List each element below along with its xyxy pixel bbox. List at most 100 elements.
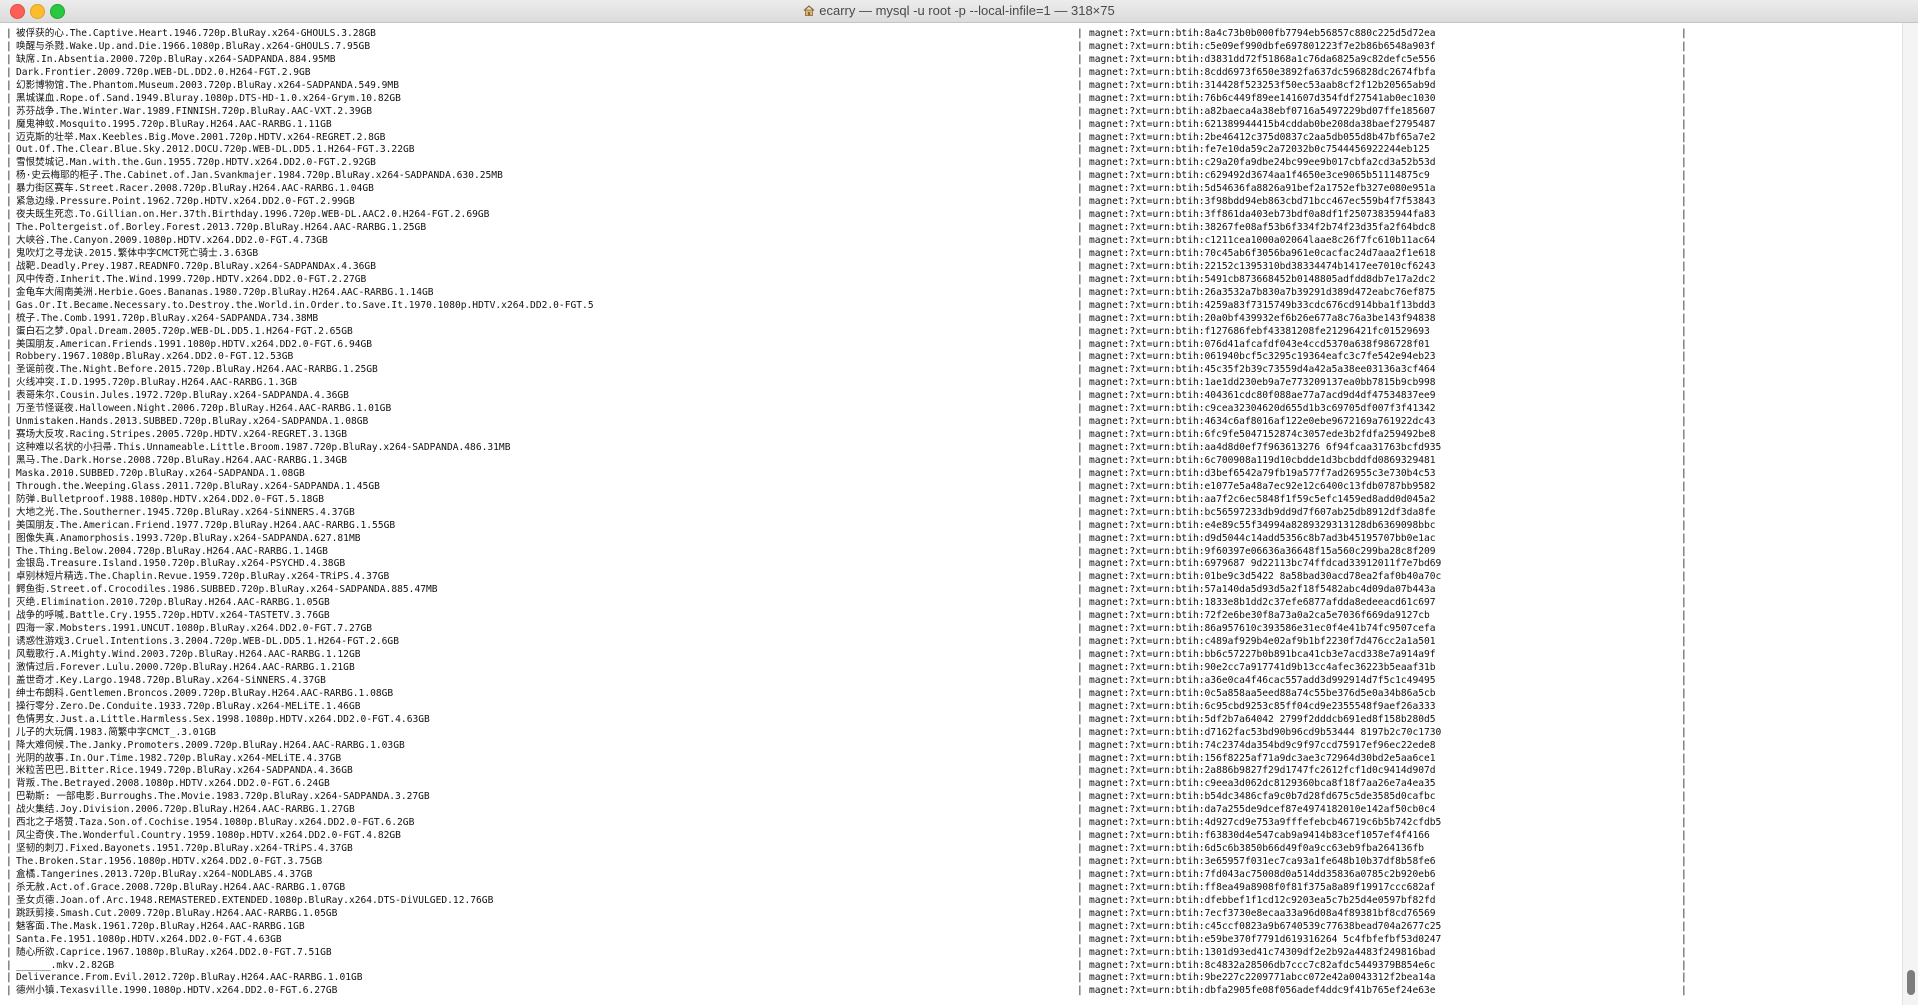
magnet-link-cell: magnet:?xt=urn:btih:5d54636fa8826a91bef2… xyxy=(1089,183,1436,195)
column-separator: | xyxy=(1077,843,1083,855)
magnet-link-cell: magnet:?xt=urn:btih:aa4d8d0ef7f963613276… xyxy=(1089,442,1442,453)
movie-title-cell: The.Broken.Star.1956.1080p.HDTV.x264.DD2… xyxy=(16,856,323,867)
table-row: | The.Thing.Below.2004.720p.BluRay.H264.A… xyxy=(6,546,1896,559)
column-separator: | xyxy=(1077,92,1083,104)
magnet-link-cell: magnet:?xt=urn:btih:6c95cbd9253c85ff04cd… xyxy=(1089,700,1436,712)
column-separator: | xyxy=(1077,79,1083,91)
column-separator: | xyxy=(1077,661,1083,673)
movie-title-cell: 被俘获的心.The.Captive.Heart.1946.720p.BluRay… xyxy=(16,28,376,39)
movie-title-cell: 风尘奇侠.The.Wonderful.Country.1959.1080p.HD… xyxy=(16,830,401,842)
table-row: | 盖世奇才.Key.Largo.1948.720p.BluRay.x264-Si… xyxy=(6,675,1896,688)
movie-title-cell: 美国朋友.American.Friends.1991.1080p.HDTV.x2… xyxy=(16,338,373,350)
scrollbar-thumb[interactable] xyxy=(1907,970,1915,995)
column-separator: | xyxy=(1681,946,1687,958)
column-separator: | xyxy=(1077,713,1083,725)
magnet-link-cell: magnet:?xt=urn:btih:d7162fac53bd90b96cd9… xyxy=(1089,726,1442,738)
column-separator: | xyxy=(1681,817,1687,829)
column-separator: | xyxy=(6,105,12,117)
movie-title-cell: 唤醒与杀戮.Wake.Up.and.Die.1966.1080p.BluRay.… xyxy=(16,40,371,52)
column-separator: | xyxy=(1077,584,1083,596)
terminal-window: ecarry — mysql -u root -p --local-infile… xyxy=(0,0,1918,1005)
column-separator: | xyxy=(1681,40,1687,52)
table-row: | 降大难伺候.The.Janky.Promoters.2009.720p.Blu… xyxy=(6,740,1896,753)
column-separator: | xyxy=(1681,28,1687,39)
column-separator: | xyxy=(6,92,12,104)
column-separator: | xyxy=(1077,416,1083,428)
column-separator: | xyxy=(1681,325,1687,337)
table-row: | ______.mkv.2.82GB | magnet:?xt=urn:btih:8… xyxy=(6,960,1896,973)
magnet-link-cell: magnet:?xt=urn:btih:c5e09ef990dbfe697801… xyxy=(1089,40,1436,52)
table-row: | 激情过后.Forever.Lulu.2000.720p.BluRay.H264… xyxy=(6,662,1896,675)
magnet-link-cell: magnet:?xt=urn:btih:5491cb873668452b0148… xyxy=(1089,273,1436,285)
movie-title-cell: Dark.Frontier.2009.720p.WEB-DL.DD2.0.H26… xyxy=(16,66,311,78)
movie-title-cell: Santa.Fe.1951.1080p.HDTV.x264.DD2.0-FGT.… xyxy=(16,933,282,945)
column-separator: | xyxy=(1681,519,1687,531)
column-separator: | xyxy=(1077,260,1083,272)
magnet-link-cell: magnet:?xt=urn:btih:6979687 9d22113bc74f… xyxy=(1089,558,1442,570)
movie-title-cell: 苏芬战争.The.Winter.War.1989.FINNISH.720p.Bl… xyxy=(16,105,373,117)
movie-title-cell: ______.mkv.2.82GB xyxy=(16,959,115,971)
magnet-link-cell: magnet:?xt=urn:btih:0c5a858aa5eed88a74c5… xyxy=(1089,687,1436,699)
movie-title-cell: 战靶.Deadly.Prey.1987.READNFO.720p.BluRay.… xyxy=(16,260,376,272)
column-separator: | xyxy=(1681,804,1687,816)
column-separator: | xyxy=(1077,752,1083,764)
movie-title-cell: Robbery.1967.1080p.BluRay.x264.DD2.0-FGT… xyxy=(16,351,294,363)
movie-title-cell: 大峡谷.The.Canyon.2009.1080p.HDTV.x264.DD2.… xyxy=(16,235,328,246)
movie-title-cell: 战争的呼喊.Battle.Cry.1955.720p.HDTV.x264-TAS… xyxy=(16,610,330,622)
magnet-link-cell: magnet:?xt=urn:btih:621389944415b4cddab0… xyxy=(1089,118,1436,130)
column-separator: | xyxy=(6,493,12,505)
table-row: | Unmistaken.Hands.2013.SUBBED.720p.BluRa… xyxy=(6,416,1896,429)
column-separator: | xyxy=(1681,286,1687,298)
movie-title-cell: 雪恨焚城记.Man.with.the.Gun.1955.720p.HDTV.x2… xyxy=(16,157,376,169)
column-separator: | xyxy=(1681,209,1687,221)
column-separator: | xyxy=(1077,40,1083,52)
table-row: | Through.the.Weeping.Glass.2011.720p.Blu… xyxy=(6,481,1896,494)
column-separator: | xyxy=(1681,661,1687,673)
column-separator: | xyxy=(1681,53,1687,65)
column-separator: | xyxy=(1077,972,1083,984)
magnet-link-cell: magnet:?xt=urn:btih:74c2374da354bd9c9f97… xyxy=(1089,739,1436,751)
movie-title-cell: 杨·史云梅耶的柜子.The.Cabinet.of.Jan.Svankmajer.… xyxy=(16,170,503,182)
table-row: | 火线冲突.I.D.1995.720p.BluRay.H264.AAC-RARB… xyxy=(6,377,1896,390)
column-separator: | xyxy=(6,804,12,816)
column-separator: | xyxy=(1077,610,1083,622)
column-separator: | xyxy=(6,118,12,130)
column-separator: | xyxy=(1077,739,1083,751)
column-separator: | xyxy=(6,66,12,78)
column-separator: | xyxy=(1077,571,1083,583)
column-separator: | xyxy=(1681,247,1687,259)
column-separator: | xyxy=(1681,700,1687,712)
movie-title-cell: Unmistaken.Hands.2013.SUBBED.720p.BluRay… xyxy=(16,416,369,428)
column-separator: | xyxy=(6,131,12,143)
column-separator: | xyxy=(1077,183,1083,195)
column-separator: | xyxy=(1077,235,1083,246)
column-separator: | xyxy=(6,959,12,971)
column-separator: | xyxy=(1681,532,1687,544)
column-separator: | xyxy=(1077,442,1083,453)
movie-title-cell: 表哥朱尔.Cousin.Jules.1972.720p.BluRay.x264-… xyxy=(16,390,349,402)
table-row: | 坚韧的刺刀.Fixed.Bayonets.1951.720p.BluRay.x… xyxy=(6,843,1896,856)
column-separator: | xyxy=(1681,131,1687,143)
vertical-scrollbar[interactable] xyxy=(1902,23,1918,1005)
table-row: | 色情男女.Just.a.Little.Harmless.Sex.1998.10… xyxy=(6,714,1896,727)
magnet-link-cell: magnet:?xt=urn:btih:6fc9fe5047152874c305… xyxy=(1089,429,1436,441)
movie-title-cell: 鬼吹灯之寻龙诀.2015.繁体中字CMCT死亡骑士.3.63GB xyxy=(16,247,259,259)
title-bar[interactable]: ecarry — mysql -u root -p --local-infile… xyxy=(0,0,1918,23)
column-separator: | xyxy=(1077,506,1083,518)
column-separator: | xyxy=(1681,959,1687,971)
magnet-link-cell: magnet:?xt=urn:btih:86a957610c393586e31e… xyxy=(1089,623,1436,635)
movie-title-cell: 杀无赦.Act.of.Grace.2008.720p.BluRay.H264.A… xyxy=(16,881,346,893)
column-separator: | xyxy=(1077,532,1083,544)
column-separator: | xyxy=(1681,778,1687,790)
magnet-link-cell: magnet:?xt=urn:btih:90e2cc7a917741d9b13c… xyxy=(1089,661,1436,673)
column-separator: | xyxy=(6,79,12,91)
terminal-output[interactable]: | 被俘获的心.The.Captive.Heart.1946.720p.BluRa… xyxy=(0,23,1918,1005)
column-separator: | xyxy=(1681,868,1687,880)
column-separator: | xyxy=(1681,985,1687,997)
movie-title-cell: 迈克斯的壮举.Max.Keebles.Big.Move.2001.720p.HD… xyxy=(16,131,386,143)
table-row: | 操行零分.Zero.De.Conduite.1933.720p.BluRay.… xyxy=(6,701,1896,714)
magnet-link-cell: magnet:?xt=urn:btih:061940bcf5c3295c1936… xyxy=(1089,351,1436,363)
magnet-link-cell: magnet:?xt=urn:btih:e59be370f7791d619316… xyxy=(1089,933,1442,945)
table-row: | 风载歌行.A.Mighty.Wind.2003.720p.BluRay.H26… xyxy=(6,649,1896,662)
movie-title-cell: 盖世奇才.Key.Largo.1948.720p.BluRay.x264-SiN… xyxy=(16,674,326,686)
